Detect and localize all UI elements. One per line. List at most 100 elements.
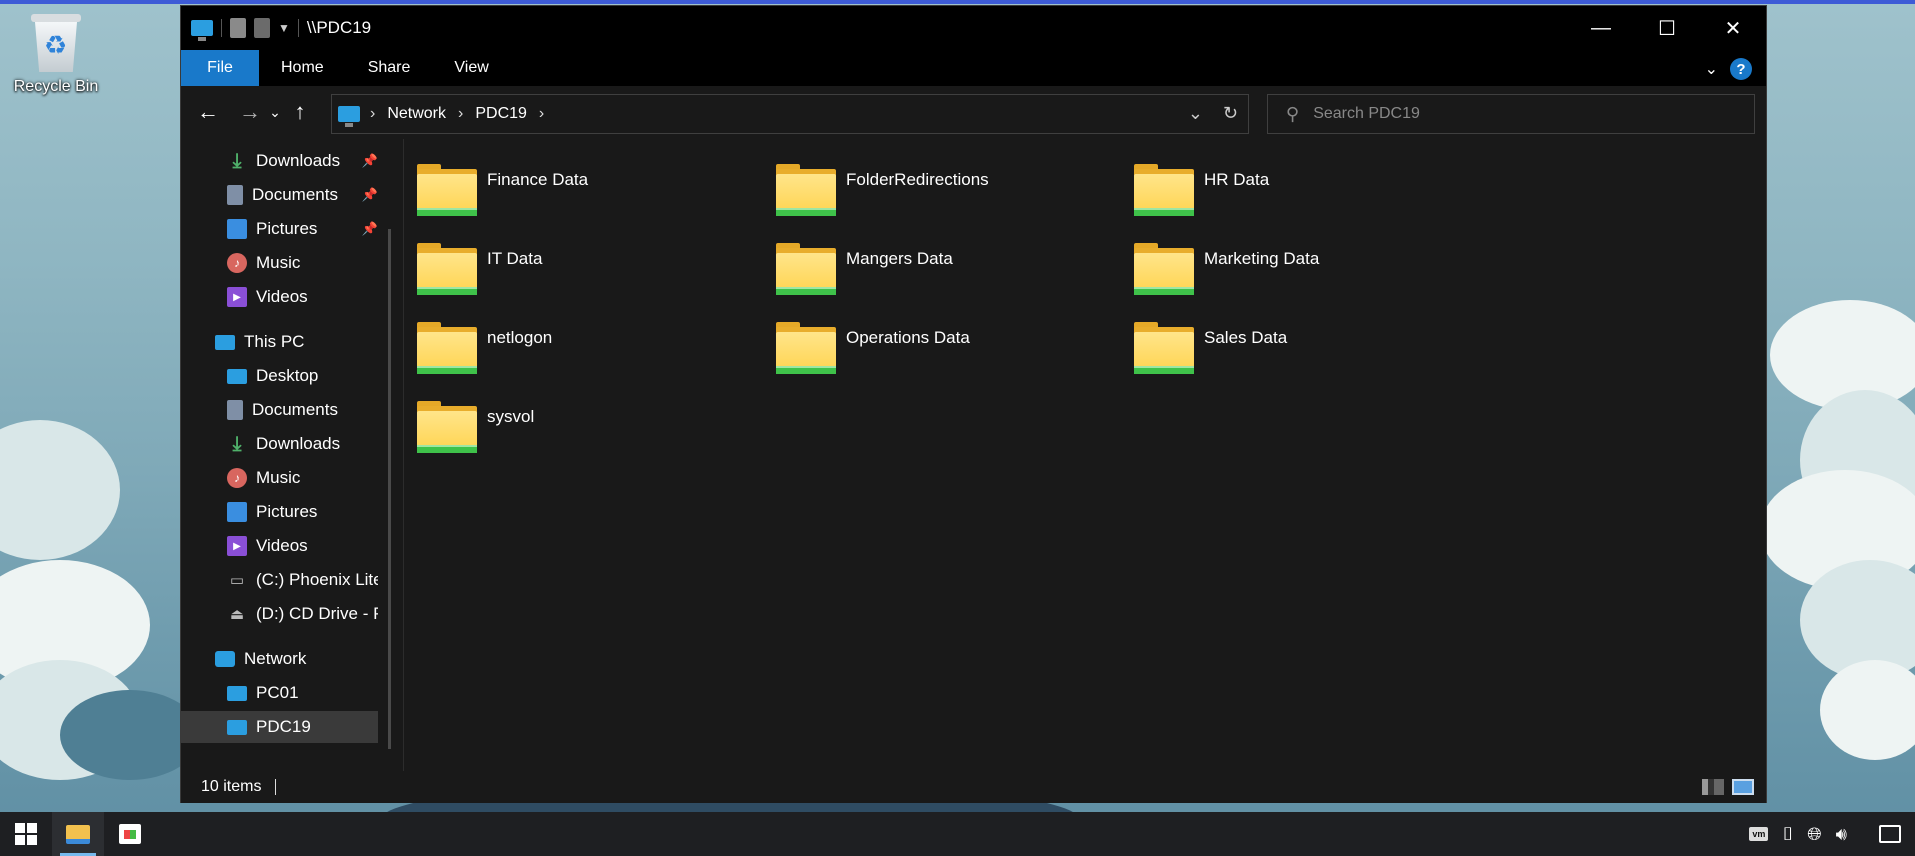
shared-folder-icon [776, 322, 836, 376]
network-globe-icon[interactable]: 🌐︎ [1807, 824, 1821, 845]
folder-item[interactable]: Operations Data [776, 322, 1106, 392]
close-button[interactable]: ✕ [1700, 6, 1766, 50]
start-button[interactable] [0, 812, 52, 856]
window-title: \\PDC19 [306, 18, 372, 37]
tab-share[interactable]: Share [346, 50, 433, 86]
folder-name: FolderRedirections [846, 170, 989, 189]
recycle-bin-shortcut[interactable]: ♻ Recycle Bin [10, 14, 102, 96]
address-history-chevron-icon[interactable]: ⌄ [1188, 103, 1203, 124]
folder-item[interactable]: HR Data [1134, 164, 1464, 234]
taskbar-store[interactable] [104, 812, 156, 856]
sidebar-item-music[interactable]: ♪ Music [181, 462, 378, 494]
sidebar-item-this-pc[interactable]: This PC [181, 326, 378, 358]
address-bar[interactable]: › Network › PDC19 › ⌄ ↻ [331, 94, 1249, 134]
shared-folder-icon [417, 164, 477, 218]
vmware-tools-icon[interactable]: vm [1749, 827, 1769, 841]
windows-logo-icon [15, 823, 37, 845]
expand-ribbon-chevron-icon[interactable]: ⌄ [1705, 59, 1718, 79]
sidebar-item-pictures-pinned[interactable]: Pictures 📌 [181, 213, 378, 245]
computer-icon [227, 719, 247, 735]
sidebar-item-pc01[interactable]: PC01 [181, 677, 378, 709]
breadcrumb-network[interactable]: Network [387, 105, 446, 123]
pin-icon: 📌 [361, 221, 378, 236]
maximize-button[interactable]: ☐ [1634, 6, 1700, 50]
taskbar-file-explorer[interactable] [52, 812, 104, 856]
folder-item[interactable]: netlogon [417, 322, 747, 392]
sidebar-item-downloads-pinned[interactable]: ⤓ Downloads 📌 [181, 145, 378, 177]
folder-item[interactable]: Sales Data [1134, 322, 1464, 392]
pin-icon: 📌 [361, 187, 378, 202]
recent-locations-chevron-icon[interactable]: ⌄ [265, 97, 285, 127]
sidebar-item-drive-c[interactable]: ▭ (C:) Phoenix Lite [181, 564, 378, 596]
network-location-icon [338, 106, 360, 127]
back-arrow-icon[interactable]: ← [193, 97, 223, 127]
cd-drive-icon: ⏏ [229, 606, 245, 623]
pin-icon: 📌 [361, 153, 378, 168]
large-icons-view-icon[interactable] [1732, 779, 1754, 795]
sidebar-item-pictures[interactable]: Pictures [181, 496, 378, 528]
folder-name: Operations Data [846, 328, 970, 347]
quick-access-toolbar: ▼ [181, 18, 299, 41]
status-bar: 10 items [181, 771, 1766, 803]
tab-file[interactable]: File [181, 50, 259, 86]
folder-item[interactable]: sysvol [417, 401, 747, 471]
sidebar-item-drive-d[interactable]: ⏏ (D:) CD Drive - P [181, 598, 378, 630]
sidebar-item-network[interactable]: Network [181, 643, 378, 675]
pictures-icon [227, 219, 247, 239]
new-folder-icon[interactable] [254, 18, 270, 38]
shared-folder-icon [776, 243, 836, 297]
properties-icon[interactable] [230, 18, 246, 38]
folder-item[interactable]: FolderRedirections [776, 164, 1106, 234]
desktop-icon [227, 368, 247, 384]
shared-folder-icon [1134, 322, 1194, 376]
usb-icon[interactable]: ⌷ [1782, 824, 1793, 845]
sidebar-item-music-quick[interactable]: ♪ Music [181, 247, 378, 279]
network-icon [215, 651, 235, 667]
file-explorer-icon [66, 824, 90, 844]
sidebar-item-pdc19[interactable]: PDC19 [181, 711, 378, 743]
title-bar: ▼ \\PDC19 — ☐ ✕ [181, 6, 1766, 50]
volume-icon[interactable]: 🔊︎ [1836, 824, 1847, 845]
forward-arrow-icon[interactable]: → [235, 97, 265, 127]
folder-name: IT Data [487, 249, 543, 268]
search-box[interactable]: ⚲ Search PDC19 [1267, 94, 1755, 134]
folder-item[interactable]: Marketing Data [1134, 243, 1464, 313]
ribbon-tabs: File Home Share View ⌄ ? [181, 50, 1766, 86]
sidebar-item-documents[interactable]: Documents [181, 394, 378, 426]
shared-folder-icon [776, 164, 836, 218]
details-view-icon[interactable] [1702, 779, 1724, 795]
up-arrow-icon[interactable]: ↑ [285, 97, 315, 127]
recycle-bin-label: Recycle Bin [13, 78, 99, 95]
tab-view[interactable]: View [432, 50, 510, 86]
breadcrumb-pdc19[interactable]: PDC19 [475, 105, 527, 123]
folder-name: Finance Data [487, 170, 589, 189]
this-pc-icon [215, 334, 235, 350]
tab-home[interactable]: Home [259, 50, 346, 86]
folder-item[interactable]: Mangers Data [776, 243, 1106, 313]
notifications-icon[interactable] [1879, 825, 1901, 843]
sidebar-scrollbar[interactable] [388, 229, 391, 749]
customize-toolbar-chevron-icon[interactable]: ▼ [278, 21, 290, 35]
breadcrumb-separator-icon[interactable]: › [458, 105, 463, 123]
folder-item[interactable]: Finance Data [417, 164, 747, 234]
videos-icon: ▶ [227, 536, 247, 556]
documents-icon [227, 400, 243, 420]
refresh-icon[interactable]: ↻ [1223, 103, 1238, 124]
folder-name: Mangers Data [846, 249, 953, 268]
sidebar-item-downloads[interactable]: ⤓ Downloads [181, 428, 378, 460]
sidebar-item-videos[interactable]: ▶ Videos [181, 530, 378, 562]
store-icon [119, 824, 141, 844]
breadcrumb-separator-icon[interactable]: › [370, 105, 375, 123]
help-icon[interactable]: ? [1730, 58, 1752, 80]
pictures-icon [227, 502, 247, 522]
breadcrumb-separator-icon[interactable]: › [539, 105, 544, 123]
system-tray: vm ⌷ 🌐︎ 🔊︎ [1749, 812, 1915, 856]
file-explorer-window: ▼ \\PDC19 — ☐ ✕ File Home Share View ⌄ ?… [180, 5, 1767, 803]
sidebar-item-videos-quick[interactable]: ▶ Videos [181, 281, 378, 313]
sidebar-item-documents-pinned[interactable]: Documents 📌 [181, 179, 378, 211]
documents-icon [227, 185, 243, 205]
sidebar-item-desktop[interactable]: Desktop [181, 360, 378, 392]
computer-icon [227, 685, 247, 701]
minimize-button[interactable]: — [1568, 6, 1634, 50]
folder-item[interactable]: IT Data [417, 243, 747, 313]
